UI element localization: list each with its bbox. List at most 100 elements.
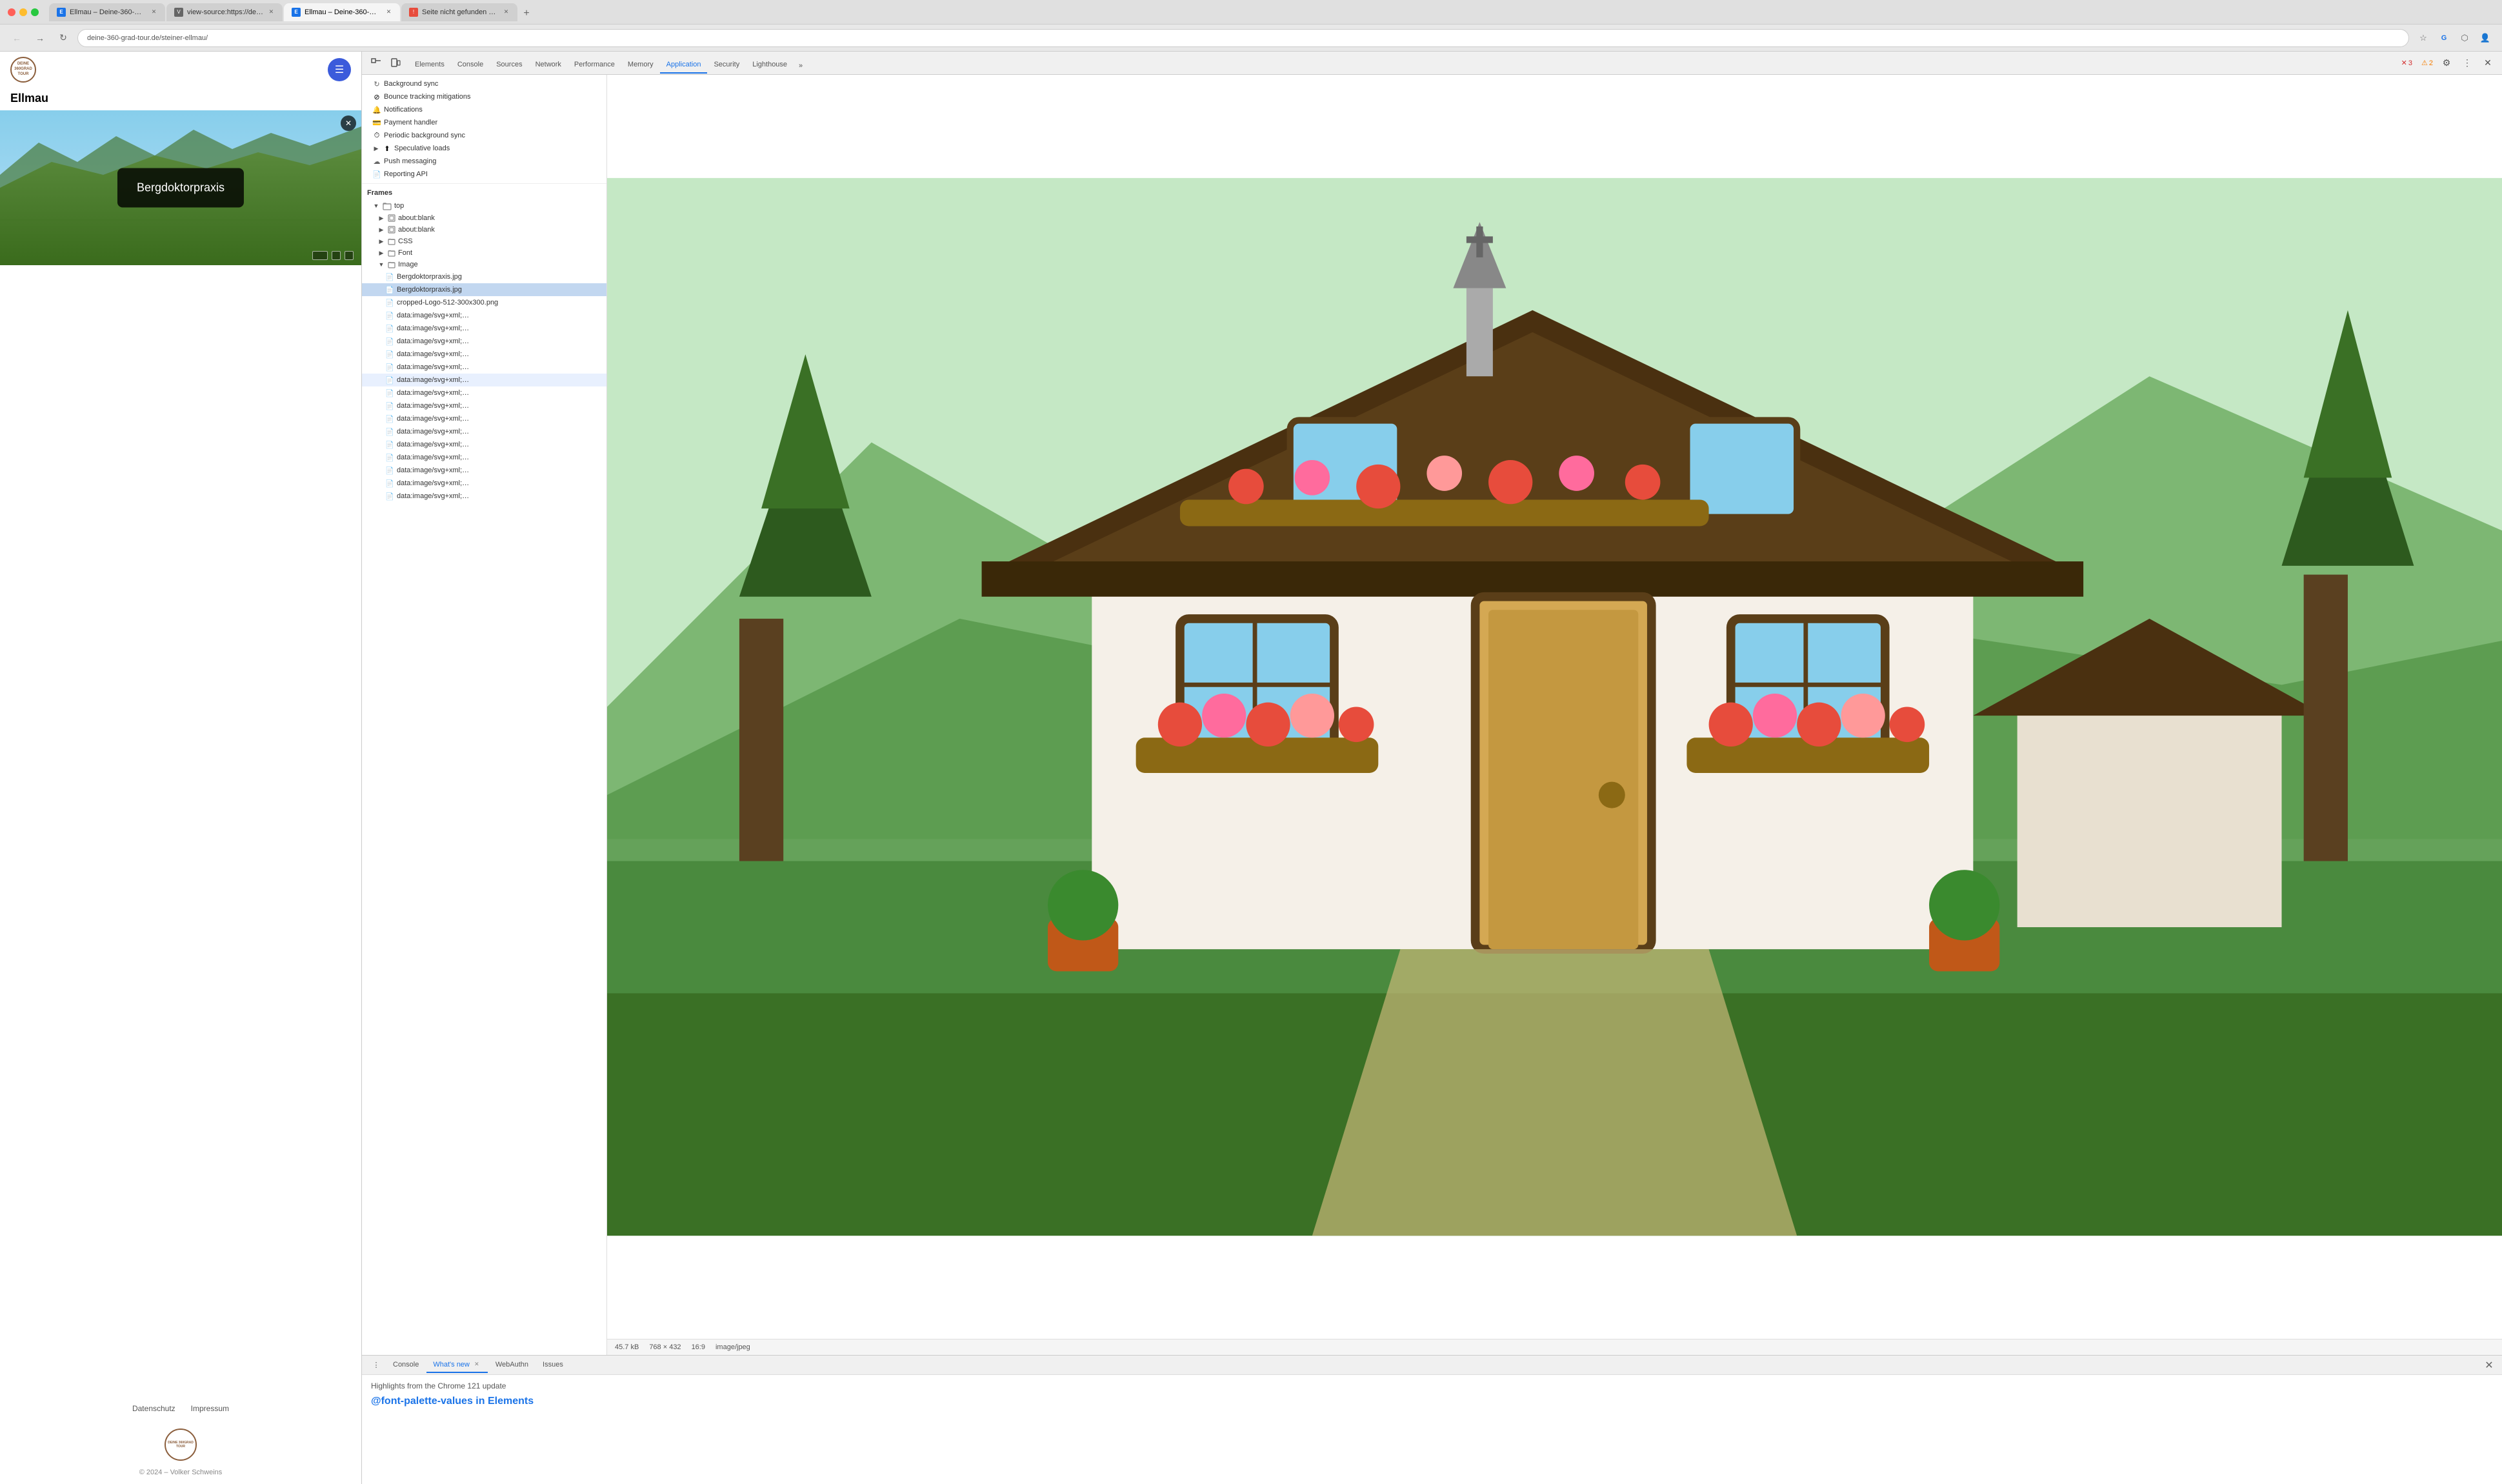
folder-icon xyxy=(383,201,392,210)
minimize-button[interactable] xyxy=(19,8,27,16)
tree-svg-11[interactable]: 📄 data:image/svg+xml;… xyxy=(362,438,606,451)
tree-svg-5[interactable]: 📄 data:image/svg+xml;… xyxy=(362,361,606,374)
more-tabs-button[interactable]: » xyxy=(794,58,808,74)
panorama-share[interactable] xyxy=(332,251,341,260)
tree-svg-2[interactable]: 📄 data:image/svg+xml;… xyxy=(362,322,606,335)
tab-webauthn[interactable]: WebAuthn xyxy=(489,1358,535,1372)
sidebar-payment-handler[interactable]: 💳 Payment handler xyxy=(362,116,606,129)
tree-bergdoktor-1[interactable]: 📄 Bergdoktorpraxis.jpg xyxy=(362,270,606,283)
panorama-info[interactable] xyxy=(345,251,354,260)
tab-whats-new[interactable]: What's new ✕ xyxy=(426,1358,488,1373)
tree-css[interactable]: ▶ CSS xyxy=(362,236,606,247)
whats-new-tab-label: What's new xyxy=(433,1361,470,1369)
tree-label-svg13: data:image/svg+xml;… xyxy=(397,466,469,474)
tree-svg-15[interactable]: 📄 data:image/svg+xml;… xyxy=(362,490,606,503)
tree-label-svg9: data:image/svg+xml;… xyxy=(397,415,469,423)
sidebar-notifications[interactable]: 🔔 Notifications xyxy=(362,103,606,116)
preview-panel: 45.7 kB 768 × 432 16:9 image/jpeg xyxy=(607,75,2502,1355)
tree-label-svg15: data:image/svg+xml;… xyxy=(397,492,469,500)
bottom-menu-icon[interactable]: ⋮ xyxy=(367,1356,385,1374)
file-icon-svg15: 📄 xyxy=(385,492,394,501)
tree-label-css: CSS xyxy=(398,237,413,245)
warning-badge[interactable]: ⚠ 2 xyxy=(2418,57,2436,68)
tab-elements[interactable]: Elements xyxy=(408,57,451,74)
menu-icon[interactable]: ☰ xyxy=(328,58,351,81)
close-devtools-icon[interactable]: ✕ xyxy=(2479,54,2497,72)
footer-impressum[interactable]: Impressum xyxy=(191,1404,229,1413)
tree-cropped-logo[interactable]: 📄 cropped-Logo-512-300x300.png xyxy=(362,296,606,309)
tree-svg-7[interactable]: 📄 data:image/svg+xml;… xyxy=(362,386,606,399)
browser-tab-3[interactable]: E Ellmau – Deine-360-Grad-To… ✕ xyxy=(284,3,400,21)
preview-image-area xyxy=(607,75,2502,1339)
tab-memory[interactable]: Memory xyxy=(621,57,660,74)
sidebar-bounce-tracking[interactable]: ⊘ Bounce tracking mitigations xyxy=(362,90,606,103)
tree-svg-1[interactable]: 📄 data:image/svg+xml;… xyxy=(362,309,606,322)
error-badge[interactable]: ✕ 3 xyxy=(2398,57,2416,68)
tab-4-close[interactable]: ✕ xyxy=(503,8,510,17)
sidebar-reporting-api[interactable]: 📄 Reporting API xyxy=(362,168,606,181)
sidebar-periodic-sync[interactable]: ⏱ Periodic background sync xyxy=(362,129,606,142)
settings-icon[interactable]: ⚙ xyxy=(2437,54,2456,72)
sidebar-push-messaging[interactable]: ☁ Push messaging xyxy=(362,155,606,168)
browser-tab-4[interactable]: ! Seite nicht gefunden – Deine… ✕ xyxy=(401,3,517,21)
reload-button[interactable]: ↻ xyxy=(54,29,72,47)
site-logo: DEINE 360GRAD TOUR xyxy=(10,57,36,83)
tree-about-blank-1[interactable]: ▶ about:blank xyxy=(362,212,606,224)
google-icon[interactable]: G xyxy=(2435,29,2453,47)
tree-label-svg2: data:image/svg+xml;… xyxy=(397,325,469,332)
file-icon-svg9: 📄 xyxy=(385,414,394,423)
main-area: DEINE 360GRAD TOUR ☰ Ellmau xyxy=(0,52,2502,1484)
back-button[interactable]: ← xyxy=(8,29,26,47)
tree-svg-6[interactable]: 📄 data:image/svg+xml;… xyxy=(362,374,606,386)
maximize-button[interactable] xyxy=(31,8,39,16)
profile-icon[interactable]: 👤 xyxy=(2476,29,2494,47)
tab-1-close[interactable]: ✕ xyxy=(150,8,157,17)
address-input[interactable]: deine-360-grad-tour.de/steiner-ellmau/ xyxy=(77,29,2409,47)
forward-button[interactable]: → xyxy=(31,29,49,47)
footer-datenschutz[interactable]: Datenschutz xyxy=(132,1404,175,1413)
sidebar-speculative-loads[interactable]: ▶ ⬆ Speculative loads xyxy=(362,142,606,155)
tab-3-close[interactable]: ✕ xyxy=(385,8,392,17)
tab-2-close[interactable]: ✕ xyxy=(268,8,275,17)
tab-lighthouse[interactable]: Lighthouse xyxy=(746,57,794,74)
tree-about-blank-2[interactable]: ▶ about:blank xyxy=(362,224,606,236)
more-options-icon[interactable]: ⋮ xyxy=(2458,54,2476,72)
font-palette-title[interactable]: @font-palette-values in Elements xyxy=(371,1396,2493,1407)
tree-bergdoktor-2[interactable]: 📄 Bergdoktorpraxis.jpg xyxy=(362,283,606,296)
tree-image[interactable]: ▼ Image xyxy=(362,259,606,270)
tab-network[interactable]: Network xyxy=(529,57,568,74)
browser-tab-1[interactable]: E Ellmau – Deine-360-Grad-To… ✕ xyxy=(49,3,165,21)
tab-application[interactable]: Application xyxy=(660,57,708,74)
inspector-icon[interactable] xyxy=(367,54,385,72)
extensions-icon[interactable]: ⬡ xyxy=(2456,29,2474,47)
tree-svg-12[interactable]: 📄 data:image/svg+xml;… xyxy=(362,451,606,464)
whats-new-tab-close[interactable]: ✕ xyxy=(472,1360,481,1369)
tree-label-svg14: data:image/svg+xml;… xyxy=(397,479,469,487)
tree-font[interactable]: ▶ Font xyxy=(362,247,606,259)
tab-issues[interactable]: Issues xyxy=(536,1358,570,1372)
tab-sources[interactable]: Sources xyxy=(490,57,528,74)
tree-svg-10[interactable]: 📄 data:image/svg+xml;… xyxy=(362,425,606,438)
panorama-close-button[interactable]: ✕ xyxy=(341,115,356,131)
tree-svg-9[interactable]: 📄 data:image/svg+xml;… xyxy=(362,412,606,425)
tree-top[interactable]: ▼ top xyxy=(362,199,606,212)
tree-svg-3[interactable]: 📄 data:image/svg+xml;… xyxy=(362,335,606,348)
bottom-tabs-more[interactable]: ✕ xyxy=(2481,1358,2497,1373)
bookmark-icon[interactable]: ☆ xyxy=(2414,29,2432,47)
tree-svg-14[interactable]: 📄 data:image/svg+xml;… xyxy=(362,477,606,490)
browser-tab-2[interactable]: V view-source:https://deine-36… ✕ xyxy=(166,3,283,21)
tab-security[interactable]: Security xyxy=(707,57,746,74)
report-icon: 📄 xyxy=(372,170,381,179)
panorama-fullscreen[interactable] xyxy=(312,251,328,260)
new-tab-button[interactable]: + xyxy=(519,6,534,21)
page-footer-logo-container: DEINE 360GRAD TOUR xyxy=(0,1423,361,1466)
device-toolbar-icon[interactable] xyxy=(386,54,405,72)
tab-performance[interactable]: Performance xyxy=(568,57,621,74)
tab-console[interactable]: Console xyxy=(451,57,490,74)
tab-console-bottom[interactable]: Console xyxy=(386,1358,425,1372)
sidebar-background-sync[interactable]: ↻ Background sync xyxy=(362,77,606,90)
tree-svg-4[interactable]: 📄 data:image/svg+xml;… xyxy=(362,348,606,361)
tree-svg-8[interactable]: 📄 data:image/svg+xml;… xyxy=(362,399,606,412)
tree-svg-13[interactable]: 📄 data:image/svg+xml;… xyxy=(362,464,606,477)
close-button[interactable] xyxy=(8,8,15,16)
